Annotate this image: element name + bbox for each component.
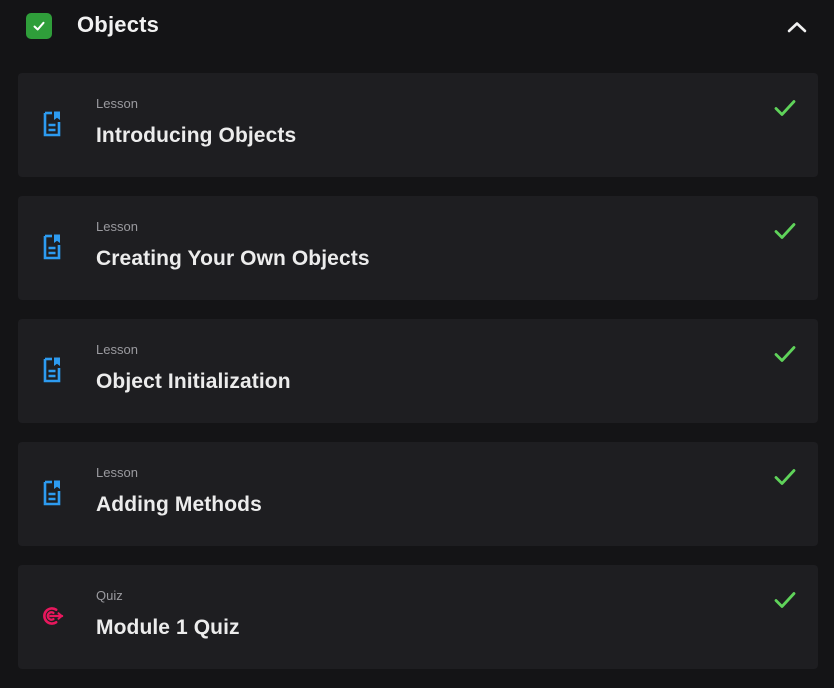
module-header[interactable]: Objects xyxy=(0,0,834,56)
completed-check-icon xyxy=(772,220,798,242)
module-item-list: Lesson Introducing Objects Lesson Creati… xyxy=(18,73,818,688)
lesson-document-icon xyxy=(40,478,64,508)
lesson-document-icon xyxy=(40,355,64,385)
quiz-target-icon xyxy=(40,601,64,631)
list-item[interactable]: Quiz Module 1 Quiz xyxy=(18,565,818,669)
completed-check-icon xyxy=(772,466,798,488)
item-type-label: Quiz xyxy=(96,588,123,603)
lesson-document-icon xyxy=(40,109,64,139)
list-item[interactable]: Lesson Introducing Objects xyxy=(18,73,818,177)
chevron-up-icon[interactable] xyxy=(782,13,812,41)
item-type-label: Lesson xyxy=(96,342,138,357)
item-title[interactable]: Module 1 Quiz xyxy=(96,616,240,640)
list-item[interactable]: Lesson Object Initialization xyxy=(18,319,818,423)
completed-check-icon xyxy=(772,589,798,611)
lesson-document-icon xyxy=(40,232,64,262)
item-type-label: Lesson xyxy=(96,96,138,111)
module-title: Objects xyxy=(77,12,160,37)
item-title[interactable]: Adding Methods xyxy=(96,493,262,517)
completed-check-icon xyxy=(772,343,798,365)
completed-check-icon xyxy=(772,97,798,119)
item-type-label: Lesson xyxy=(96,465,138,480)
checkbox-checked-icon xyxy=(26,13,52,39)
item-type-label: Lesson xyxy=(96,219,138,234)
list-item[interactable]: Lesson Creating Your Own Objects xyxy=(18,196,818,300)
item-title[interactable]: Object Initialization xyxy=(96,370,291,394)
item-title[interactable]: Introducing Objects xyxy=(96,124,296,148)
item-title[interactable]: Creating Your Own Objects xyxy=(96,247,370,271)
list-item[interactable]: Lesson Adding Methods xyxy=(18,442,818,546)
